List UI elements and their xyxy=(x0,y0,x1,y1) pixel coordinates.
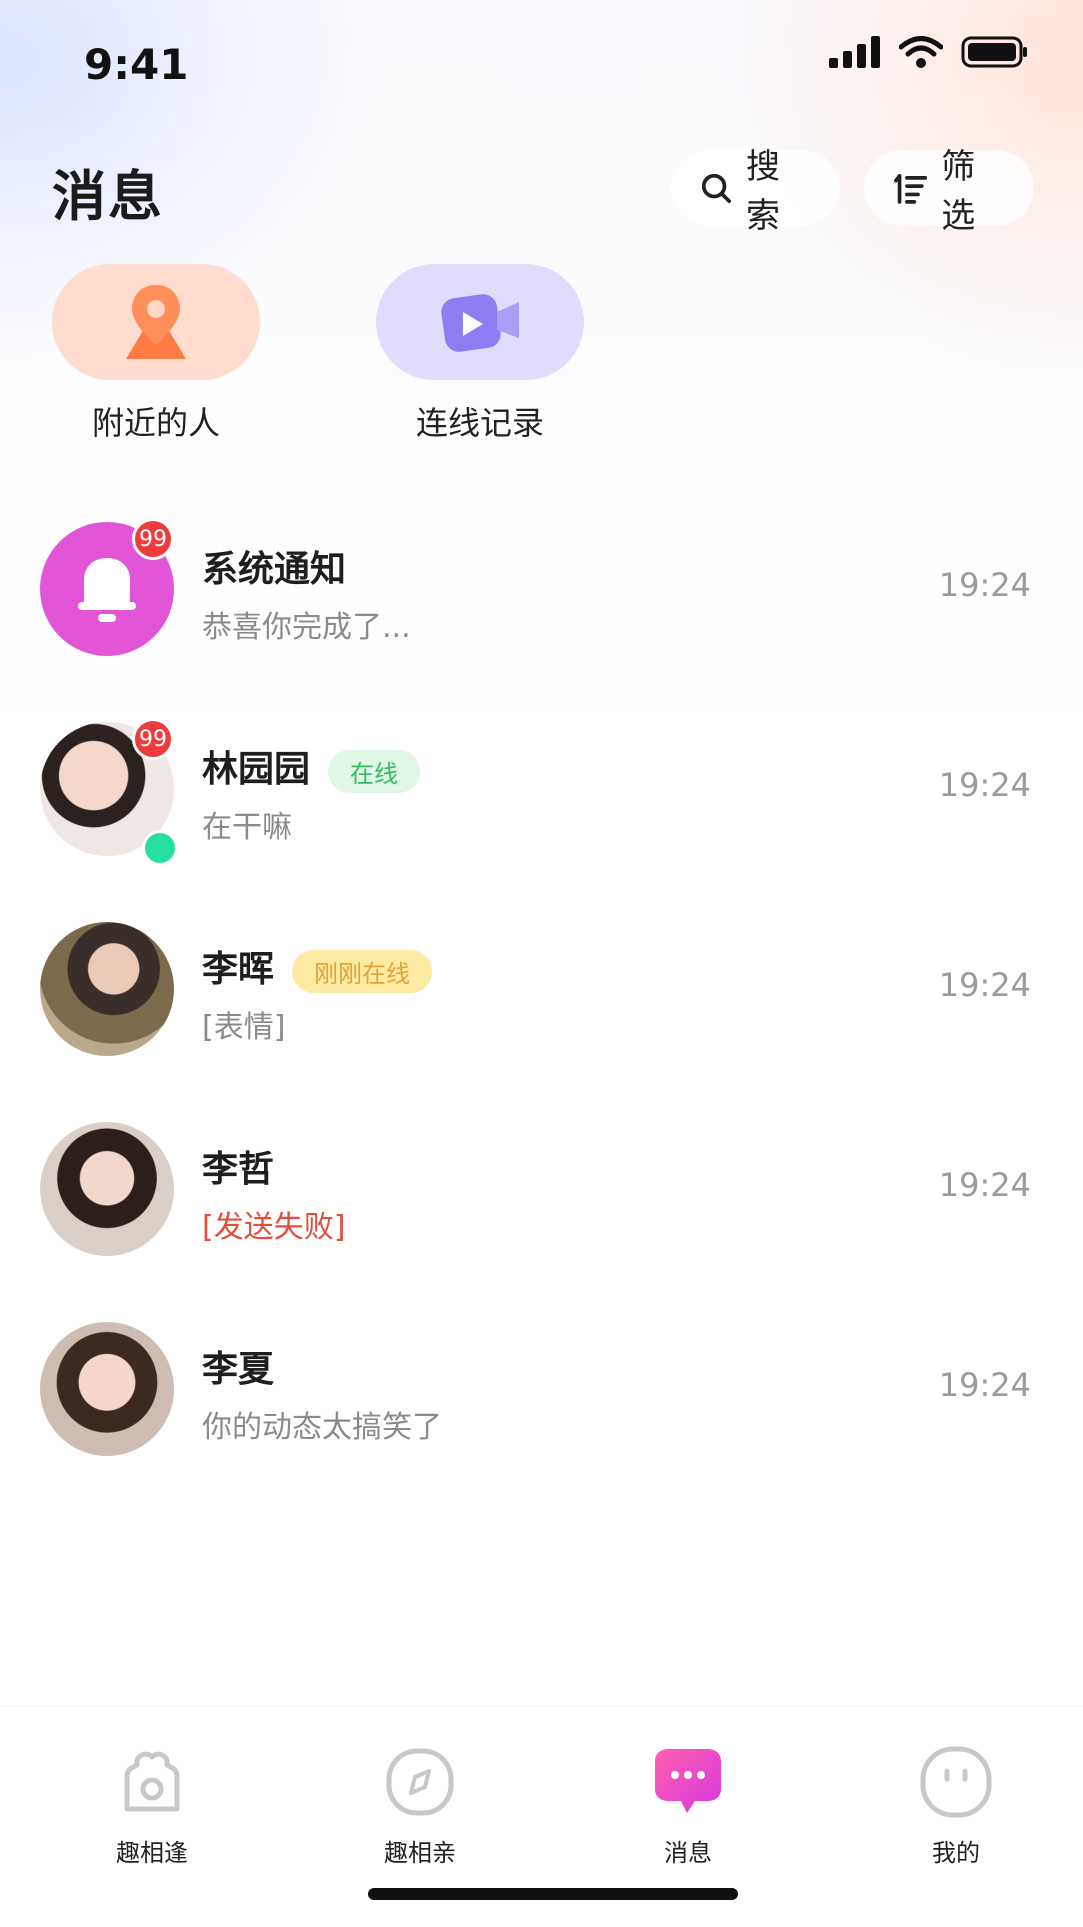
avatar xyxy=(40,922,174,1056)
tab-mine[interactable]: 我的 xyxy=(876,1743,1036,1868)
avatar xyxy=(40,1322,174,1456)
tab-label: 趣相亲 xyxy=(384,1839,456,1867)
conversation-row[interactable]: 99 林园园 在线 在干嘛 19:24 xyxy=(0,718,1083,918)
conversation-row[interactable]: 99 系统通知 恭喜你完成了... 19:24 xyxy=(0,518,1083,718)
video-camera-icon xyxy=(441,294,519,352)
conversation-name: 李夏 xyxy=(202,1349,275,1390)
battery-icon xyxy=(961,36,1027,68)
conversation-name: 李哲 xyxy=(202,1149,275,1190)
unread-badge: 99 xyxy=(132,718,174,760)
conversation-row[interactable]: 李哲 [发送失败] 19:24 xyxy=(0,1118,1083,1318)
quick-call-records[interactable]: 连线记录 xyxy=(376,264,584,444)
search-label: 搜索 xyxy=(746,147,780,236)
quick-nearby-people[interactable]: 附近的人 xyxy=(52,264,260,444)
tab-quxiangfeng[interactable]: 趣相逢 xyxy=(72,1743,232,1868)
home-indicator xyxy=(368,1888,738,1900)
conversation-name: 系统通知 xyxy=(202,549,347,590)
online-dot xyxy=(142,830,178,866)
profile-face-icon xyxy=(920,1746,992,1818)
message-preview: 在干嘛 xyxy=(202,810,292,845)
filter-label: 筛选 xyxy=(941,147,976,236)
chat-bubble-icon xyxy=(655,1749,721,1813)
tab-label: 趣相逢 xyxy=(116,1839,188,1867)
tab-label: 消息 xyxy=(664,1839,712,1867)
conversation-row[interactable]: 李夏 你的动态太搞笑了 19:24 xyxy=(0,1318,1083,1518)
conversation-row[interactable]: 李晖 刚刚在线 [表情] 19:24 xyxy=(0,918,1083,1118)
location-pin-icon xyxy=(126,285,186,359)
page-title: 消息 xyxy=(52,165,164,228)
status-tag-online: 在线 xyxy=(328,749,421,793)
message-preview: [表情] xyxy=(202,1010,286,1045)
avatar xyxy=(40,1122,174,1256)
filter-icon xyxy=(894,174,928,204)
compass-icon xyxy=(386,1748,454,1816)
conversation-name: 林园园 在线 xyxy=(202,740,421,793)
message-time: 19:24 xyxy=(938,566,1031,604)
status-time: 9:41 xyxy=(84,40,189,89)
message-preview: 恭喜你完成了... xyxy=(202,610,411,645)
status-tag-recent: 刚刚在线 xyxy=(292,949,433,993)
quick-label-records: 连线记录 xyxy=(415,404,544,442)
search-icon xyxy=(701,173,732,204)
wifi-icon xyxy=(899,36,943,68)
tab-label: 我的 xyxy=(932,1839,980,1867)
tab-quxiangqin[interactable]: 趣相亲 xyxy=(340,1743,500,1868)
quick-pill-records xyxy=(376,264,584,380)
unread-badge: 99 xyxy=(132,518,174,560)
signal-icon xyxy=(829,36,880,68)
message-preview: 你的动态太搞笑了 xyxy=(202,1410,442,1445)
quick-label-nearby: 附近的人 xyxy=(91,404,220,442)
home-icon xyxy=(124,1751,180,1812)
status-icons xyxy=(829,36,1029,68)
message-time: 19:24 xyxy=(938,766,1031,804)
message-time: 19:24 xyxy=(938,1166,1031,1204)
tab-messages[interactable]: 消息 xyxy=(608,1743,768,1868)
filter-button[interactable]: 筛选 xyxy=(864,147,1034,236)
message-time: 19:24 xyxy=(938,966,1031,1004)
search-button[interactable]: 搜索 xyxy=(670,147,840,236)
message-time: 19:24 xyxy=(938,1366,1031,1404)
message-preview-failed: [发送失败] xyxy=(202,1210,346,1245)
quick-pill-nearby xyxy=(52,264,260,380)
conversation-name: 李晖 刚刚在线 xyxy=(202,940,433,993)
